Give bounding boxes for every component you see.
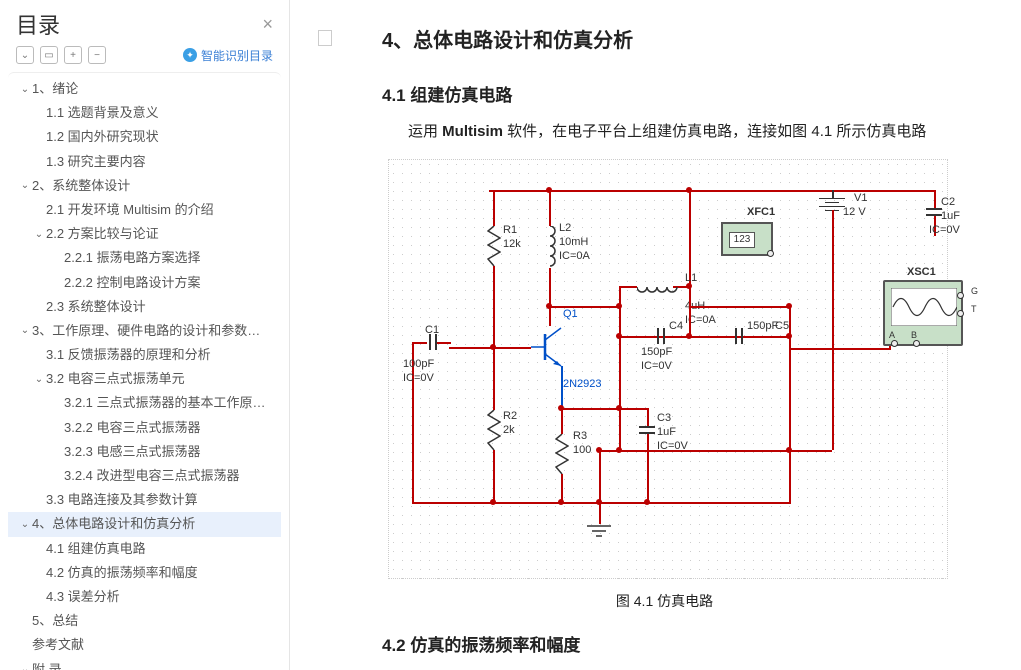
toc-item-label: 1.1 选题背景及意义 (46, 104, 159, 122)
toc-item[interactable]: ›4.1 组建仿真电路 (8, 537, 281, 561)
toc-item[interactable]: ⌄1、绪论 (8, 77, 281, 101)
sidebar-toolbar: ⌄ ▭ + − ✦ 智能识别目录 (0, 46, 289, 72)
toc-item-label: 2.2 方案比较与论证 (46, 225, 159, 243)
toc-item-label: 3.2.3 电感三点式振荡器 (64, 443, 201, 461)
toc-item[interactable]: ›1.3 研究主要内容 (8, 150, 281, 174)
document-viewport[interactable]: 4、总体电路设计和仿真分析 4.1 组建仿真电路 运用 Multisim 软件，… (290, 0, 1021, 670)
toc-item[interactable]: ›1.2 国内外研究现状 (8, 125, 281, 149)
toc-item[interactable]: ›2.2.1 振荡电路方案选择 (8, 246, 281, 270)
label-xsc1: XSC1 (907, 266, 936, 278)
toc-item-label: 附 录 (32, 661, 62, 670)
toc-sidebar: 目录 × ⌄ ▭ + − ✦ 智能识别目录 ⌄1、绪论›1.1 选题背景及意义›… (0, 0, 290, 670)
smart-dot-icon: ✦ (183, 48, 197, 62)
toc-item[interactable]: ›4.3 误差分析 (8, 585, 281, 609)
toc-item[interactable]: ⌄附 录 (8, 658, 281, 670)
toc-item[interactable]: ›4.2 仿真的振荡频率和幅度 (8, 561, 281, 585)
toc-item[interactable]: ›2.1 开发环境 Multisim 的介绍 (8, 198, 281, 222)
label-r1: R1 (503, 224, 517, 236)
chevron-down-icon[interactable]: ⌄ (18, 664, 32, 670)
toc-item-label: 3.1 反馈振荡器的原理和分析 (46, 346, 211, 364)
label-r3: R3 (573, 430, 587, 442)
toc-item[interactable]: ›2.3 系统整体设计 (8, 295, 281, 319)
heading-section-4-2: 4.2 仿真的振荡频率和幅度 (382, 631, 977, 656)
toc-item-label: 2.2.1 振荡电路方案选择 (64, 249, 201, 267)
toc-item-label: 3.3 电路连接及其参数计算 (46, 491, 198, 509)
label-l2: L2 (559, 222, 571, 234)
label-c4: C4 (669, 320, 683, 332)
label-c2: C2 (941, 196, 955, 208)
toc-item-label: 3.2 电容三点式振荡单元 (46, 370, 185, 388)
toc-item[interactable]: ›参考文献 (8, 633, 281, 657)
toc-item-label: 5、总结 (32, 612, 78, 630)
smart-recognize-toc[interactable]: ✦ 智能识别目录 (183, 47, 273, 64)
toc-item-label: 4.3 误差分析 (46, 588, 120, 606)
label-v1: V1 (854, 192, 867, 204)
toc-item-label: 3.2.1 三点式振荡器的基本工作原… (64, 394, 266, 412)
collapse-all-icon[interactable]: ⌄ (16, 46, 34, 64)
page-icon (318, 30, 332, 46)
toc-item[interactable]: ⌄2、系统整体设计 (8, 174, 281, 198)
chevron-down-icon[interactable]: ⌄ (32, 374, 46, 385)
instrument-xsc1: A B (883, 280, 963, 346)
chevron-down-icon[interactable]: ⌄ (18, 519, 32, 530)
label-c3: C3 (657, 412, 671, 424)
toc-item[interactable]: ⌄2.2 方案比较与论证 (8, 222, 281, 246)
shrink-icon[interactable]: − (88, 46, 106, 64)
label-q1: Q1 (563, 308, 578, 320)
toc-item-label: 4.1 组建仿真电路 (46, 540, 146, 558)
toc-item-label: 4、总体电路设计和仿真分析 (32, 515, 195, 533)
toc-item-label: 2.3 系统整体设计 (46, 298, 146, 316)
circuit-figure: V1 12 V C2 1uF IC=0V R1 12k L2 10mH IC=0… (388, 159, 948, 579)
toc-item-label: 4.2 仿真的振荡频率和幅度 (46, 564, 198, 582)
label-c5: C5 (775, 320, 789, 332)
toc-item-label: 1.3 研究主要内容 (46, 153, 146, 171)
toc-item[interactable]: ›3.1 反馈振荡器的原理和分析 (8, 343, 281, 367)
chevron-down-icon[interactable]: ⌄ (32, 229, 46, 240)
toc-item-label: 2.1 开发环境 Multisim 的介绍 (46, 201, 214, 219)
toc-item[interactable]: ›1.1 选题背景及意义 (8, 101, 281, 125)
toc-item-label: 1、绪论 (32, 80, 78, 98)
toc-item-label: 参考文献 (32, 636, 84, 654)
chevron-down-icon[interactable]: ⌄ (18, 325, 32, 336)
toc-item[interactable]: ›3.2.4 改进型电容三点式振荡器 (8, 464, 281, 488)
heading-section-4-1: 4.1 组建仿真电路 (382, 81, 977, 106)
chevron-down-icon[interactable]: ⌄ (18, 180, 32, 191)
toc-item[interactable]: ›5、总结 (8, 609, 281, 633)
heading-chapter: 4、总体电路设计和仿真分析 (382, 24, 977, 53)
toc-item[interactable]: ⌄4、总体电路设计和仿真分析 (8, 512, 281, 536)
figure-caption: 图 4.1 仿真电路 (352, 591, 977, 611)
toc-item-label: 1.2 国内外研究现状 (46, 128, 159, 146)
toc-item[interactable]: ⌄3.2 电容三点式振荡单元 (8, 367, 281, 391)
label-xfc1: XFC1 (747, 206, 775, 218)
toc-item[interactable]: ›3.2.2 电容三点式振荡器 (8, 416, 281, 440)
toc-item-label: 3、工作原理、硬件电路的设计和参数的… (32, 322, 273, 340)
label-r2: R2 (503, 410, 517, 422)
toc-item-label: 3.2.4 改进型电容三点式振荡器 (64, 467, 240, 485)
document-body: 4、总体电路设计和仿真分析 4.1 组建仿真电路 运用 Multisim 软件，… (306, 0, 1005, 670)
toc-item[interactable]: ›3.2.1 三点式振荡器的基本工作原… (8, 391, 281, 415)
sidebar-header: 目录 × (0, 0, 289, 46)
instrument-xfc1: 123 (721, 222, 773, 256)
layout-icon[interactable]: ▭ (40, 46, 58, 64)
toc-item[interactable]: ›2.2.2 控制电路设计方案 (8, 271, 281, 295)
label-l1: L1 (685, 272, 697, 284)
expand-icon[interactable]: + (64, 46, 82, 64)
toc-item-label: 3.2.2 电容三点式振荡器 (64, 419, 201, 437)
sidebar-title: 目录 (16, 8, 60, 40)
label-c1: C1 (425, 324, 439, 336)
paragraph-intro: 运用 Multisim 软件，在电子平台上组建仿真电路，连接如图 4.1 所示仿… (408, 118, 977, 145)
toc-tree[interactable]: ⌄1、绪论›1.1 选题背景及意义›1.2 国内外研究现状›1.3 研究主要内容… (8, 72, 281, 670)
toc-item[interactable]: ›3.3 电路连接及其参数计算 (8, 488, 281, 512)
chevron-down-icon[interactable]: ⌄ (18, 84, 32, 95)
toc-item-label: 2、系统整体设计 (32, 177, 130, 195)
toc-item-label: 2.2.2 控制电路设计方案 (64, 274, 201, 292)
close-icon[interactable]: × (262, 14, 273, 35)
toc-item[interactable]: ⌄3、工作原理、硬件电路的设计和参数的… (8, 319, 281, 343)
toc-item[interactable]: ›3.2.3 电感三点式振荡器 (8, 440, 281, 464)
